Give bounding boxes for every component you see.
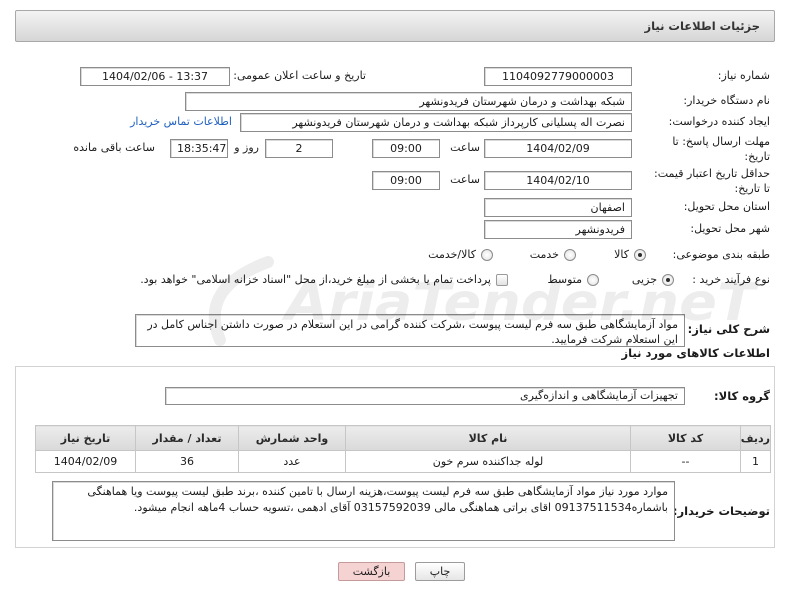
radio-minor[interactable] (662, 274, 674, 286)
print-button[interactable]: چاپ (415, 562, 465, 581)
city-field[interactable]: فریدونشهر (484, 220, 632, 239)
price-validity-time-label: ساعت (450, 173, 480, 186)
need-number-label: شماره نیاز: (717, 69, 770, 82)
cell-unit: عدد (238, 450, 346, 473)
price-validity-label: حداقل تاریخ اعتبار قیمت: تا تاریخ: (654, 166, 770, 196)
category-option-goods-service-label: کالا/خدمت (428, 248, 476, 261)
process-option-medium-label: متوسط (547, 273, 582, 286)
announce-datetime-field[interactable]: 1404/02/06 - 13:37 (80, 67, 230, 86)
remaining-days-label: روز و (234, 141, 259, 154)
cell-need-date: 1404/02/09 (35, 450, 136, 473)
province-field[interactable]: اصفهان (484, 198, 632, 217)
requester-label: ایجاد کننده درخواست: (668, 115, 770, 128)
col-header-code: کد کالا (630, 425, 741, 451)
category-label: طبقه بندی موضوعی: (672, 248, 770, 261)
process-option-minor-label: جزیی (631, 273, 657, 286)
remaining-time-label: ساعت باقی مانده (73, 141, 155, 154)
items-heading: اطلاعات کالاهای مورد نیاز (621, 346, 770, 360)
announce-datetime-label: تاریخ و ساعت اعلان عمومی: (233, 69, 366, 82)
category-option-service[interactable]: خدمت (530, 247, 576, 263)
radio-medium[interactable] (587, 274, 599, 286)
price-validity-label-line2: تا تاریخ: (734, 182, 770, 195)
col-header-need-date: تاریخ نیاز (35, 425, 136, 451)
page-header: جزئیات اطلاعات نیاز (15, 10, 775, 42)
need-number-field[interactable]: 1104092779000003 (484, 67, 632, 86)
requester-field[interactable]: نصرت اله پسلیانی کارپرداز شبکه بهداشت و … (240, 113, 632, 132)
category-option-goods[interactable]: کالا (614, 247, 646, 263)
radio-goods[interactable] (634, 249, 646, 261)
process-option-medium[interactable]: متوسط (547, 272, 599, 288)
category-option-goods-label: کالا (614, 248, 629, 261)
remaining-time-field[interactable]: 18:35:47 (170, 139, 228, 158)
col-header-quantity: تعداد / مقدار (135, 425, 239, 451)
category-option-service-label: خدمت (529, 248, 559, 261)
treasury-checkbox[interactable] (496, 274, 508, 286)
price-validity-label-line1: حداقل تاریخ اعتبار قیمت: (654, 167, 770, 180)
province-label: استان محل تحویل: (683, 200, 770, 213)
buyer-org-field[interactable]: شبکه بهداشت و درمان شهرستان فریدونشهر (185, 92, 632, 111)
buyer-notes-label: توضیحات خریدار: (672, 504, 770, 518)
radio-goods-service[interactable] (481, 249, 493, 261)
radio-service[interactable] (564, 249, 576, 261)
back-button[interactable]: بازگشت (338, 562, 405, 581)
city-label: شهر محل تحویل: (690, 222, 770, 235)
cell-code: -- (630, 450, 741, 473)
page-title: جزئیات اطلاعات نیاز (644, 19, 760, 33)
reply-deadline-time-label: ساعت (450, 141, 480, 154)
goods-group-label: گروه کالا: (714, 389, 770, 403)
buyer-org-label: نام دستگاه خریدار: (683, 94, 770, 107)
table-row: 1 -- لوله جداکننده سرم خون عدد 36 1404/0… (35, 450, 771, 473)
category-option-goods-service[interactable]: کالا/خدمت (428, 247, 493, 263)
col-header-name: نام کالا (345, 425, 631, 451)
buyer-contact-link[interactable]: اطلاعات تماس خریدار (130, 114, 232, 130)
description-textarea[interactable]: مواد آزمایشگاهی طبق سه فرم لیست پیوست ،ش… (135, 314, 685, 347)
buyer-notes-textarea[interactable]: موارد مورد نیاز مواد آزمایشگاهی طبق سه ف… (52, 481, 675, 541)
col-header-row-number: ردیف (740, 425, 771, 451)
reply-deadline-label-line2: تاریخ: (744, 150, 770, 163)
items-table: ردیف کد کالا نام کالا واحد شمارش تعداد /… (35, 425, 771, 473)
cell-row-number: 1 (740, 450, 771, 473)
cell-quantity: 36 (135, 450, 239, 473)
table-header-row: ردیف کد کالا نام کالا واحد شمارش تعداد /… (35, 425, 771, 451)
price-validity-time-field[interactable]: 09:00 (372, 171, 440, 190)
process-option-minor[interactable]: جزیی (632, 272, 674, 288)
price-validity-date-field[interactable]: 1404/02/10 (484, 171, 632, 190)
description-label: شرح کلی نیاز: (687, 322, 770, 336)
cell-name: لوله جداکننده سرم خون (345, 450, 631, 473)
treasury-checkbox-label: پرداخت تمام یا بخشی از مبلغ خرید،از محل … (140, 273, 491, 286)
process-type-label: نوع فرآیند خرید : (692, 273, 770, 286)
reply-deadline-label: مهلت ارسال پاسخ: تا تاریخ: (672, 134, 770, 164)
goods-group-field[interactable]: تجهیزات آزمایشگاهی و اندازه‌گیری (165, 387, 685, 405)
reply-deadline-time-field[interactable]: 09:00 (372, 139, 440, 158)
remaining-days-field[interactable]: 2 (265, 139, 333, 158)
reply-deadline-label-line1: مهلت ارسال پاسخ: تا (672, 135, 770, 148)
treasury-payment-option[interactable]: پرداخت تمام یا بخشی از مبلغ خرید،از محل … (140, 272, 508, 288)
reply-deadline-date-field[interactable]: 1404/02/09 (484, 139, 632, 158)
col-header-unit: واحد شمارش (238, 425, 346, 451)
